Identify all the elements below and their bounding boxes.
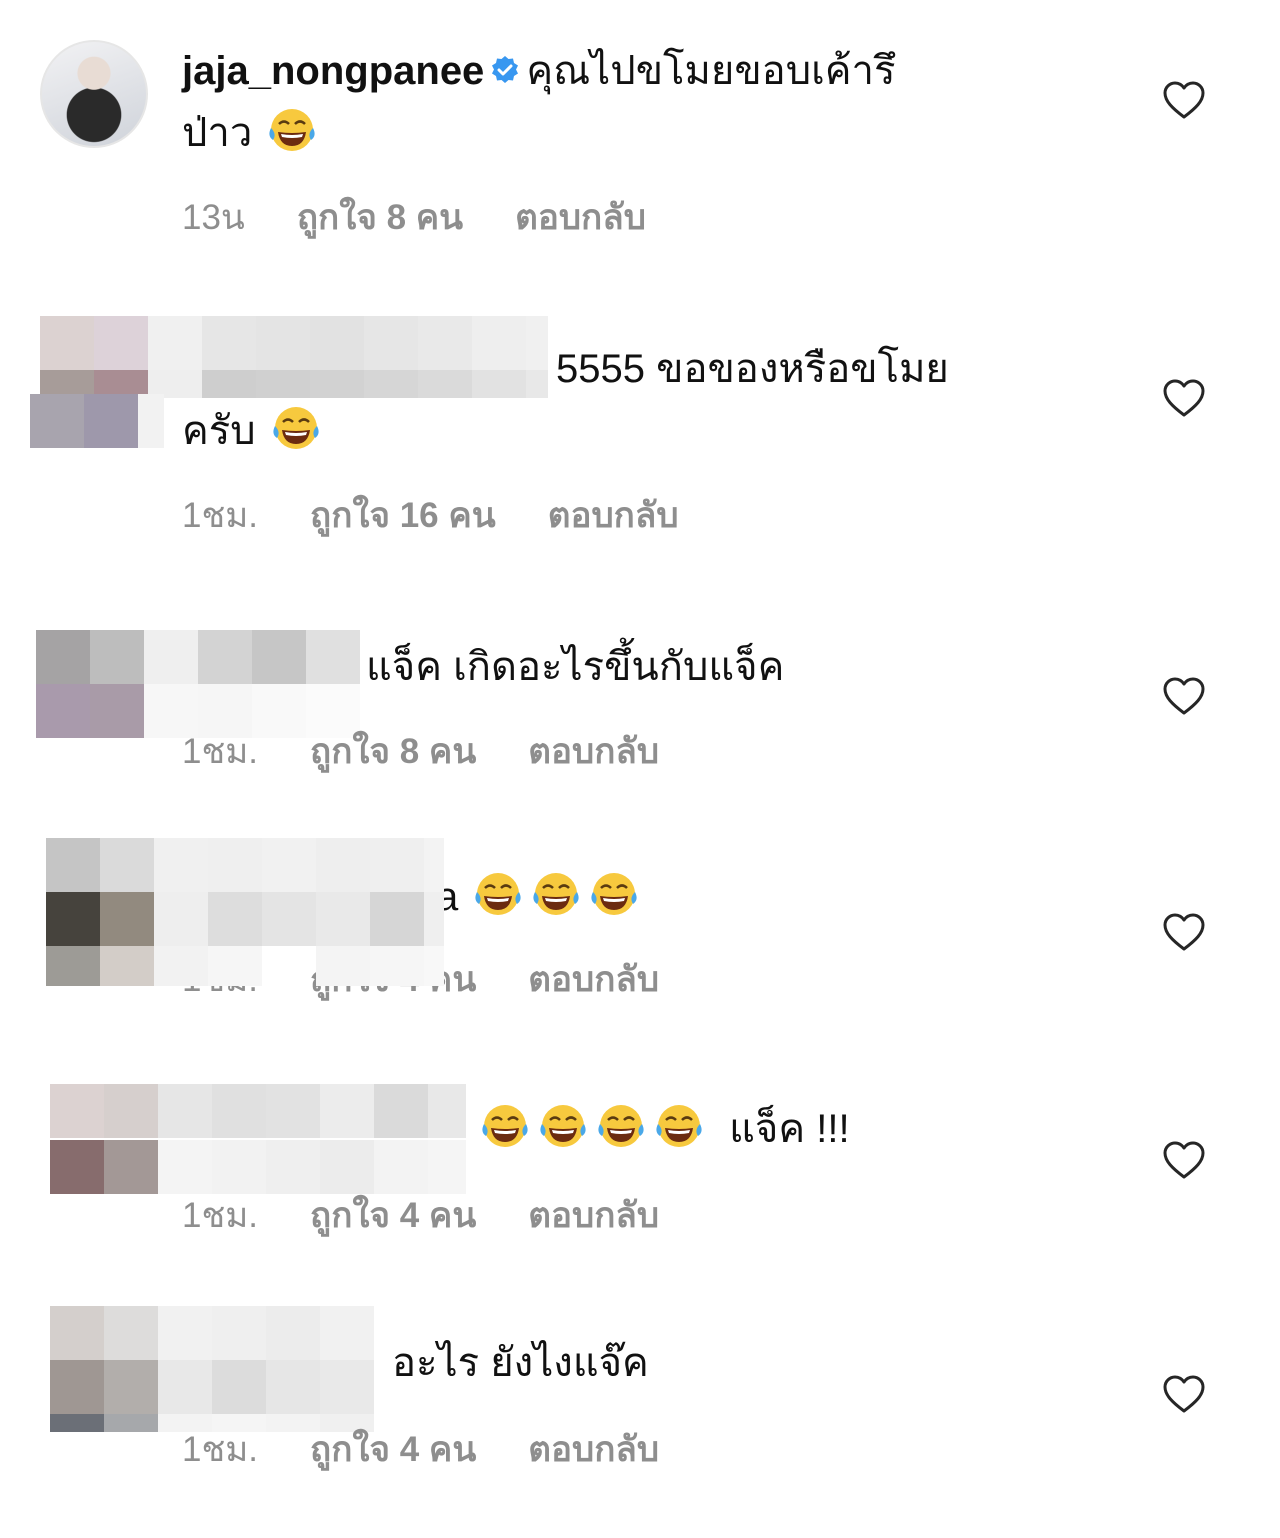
comment-likes[interactable]: ถูกใจ 16 คน (310, 488, 496, 543)
laughing-emoji-icon (596, 1102, 646, 1152)
comment-likes[interactable]: ถูกใจ 4 คน (310, 1188, 476, 1243)
heart-icon[interactable] (1162, 1140, 1206, 1180)
comment-body-cont: ป่าว (182, 111, 253, 155)
laughing-emoji-icon (271, 404, 321, 454)
comment-meta: 1ชม. ถูกใจ 4 คน ตอบกลับ (182, 1422, 711, 1477)
reply-button[interactable]: ตอบกลับ (528, 1422, 659, 1477)
comment-item: แจ็ค !!! 1ชม. ถูกใจ 4 คน ตอบกลับ (0, 1070, 1280, 1260)
comment-time: 1ชม. (182, 496, 259, 535)
redacted-avatar-username (46, 838, 444, 986)
laughing-emoji-icon (480, 1102, 530, 1152)
comment-body: แจ็ค เกิดอะไรขึ้นกับแจ็ค (366, 645, 785, 689)
comment-time: 1ชม. (182, 1196, 259, 1235)
comment-text: a (436, 866, 836, 928)
laughing-emoji-icon (589, 870, 639, 920)
comment-item: อะไร ยังไงแจ๊ค 1ชม. ถูกใจ 4 คน ตอบกลับ (0, 1300, 1280, 1500)
comment-meta: 1ชม. ถูกใจ 8 คน ตอบกลับ (182, 724, 711, 779)
comment-text: อะไร ยังไงแจ๊ค (392, 1332, 992, 1394)
comment-body: คุณไปขโมยขอบเค้ารึ (526, 49, 896, 93)
laughing-emoji-icon (538, 1102, 588, 1152)
reply-button[interactable]: ตอบกลับ (528, 1188, 659, 1243)
comment-item: แจ็ค เกิดอะไรขึ้นกับแจ็ค 1ชม. ถูกใจ 8 คน ต… (0, 620, 1280, 790)
reply-button[interactable]: ตอบกลับ (548, 488, 679, 543)
comment-likes[interactable]: ถูกใจ 4 คน (310, 1422, 476, 1477)
comment-likes[interactable]: ถูกใจ 8 คน (310, 724, 476, 779)
comment-likes[interactable]: ถูกใจ 8 คน (297, 190, 463, 245)
laughing-emoji-icon (473, 870, 523, 920)
comment-time: 1ชม. (182, 732, 259, 771)
avatar[interactable] (40, 40, 148, 148)
heart-icon[interactable] (1162, 378, 1206, 418)
redacted-avatar-username (40, 316, 548, 398)
redacted-avatar-lower (30, 394, 164, 448)
comment-text-cont: ครับ (182, 400, 1042, 462)
reply-button[interactable]: ตอบกลับ (528, 952, 659, 1007)
comment-meta: 13น ถูกใจ 8 คน ตอบกลับ (182, 190, 698, 245)
comment-body: แจ็ค !!! (729, 1107, 850, 1151)
comment-time: 1ชม. (182, 1430, 259, 1469)
username[interactable]: jaja_nongpanee (182, 49, 484, 93)
comment-item: a 1ชม.ถูกใจ 4 คนตอบกลับ (0, 830, 1280, 1030)
comment-item: 5555 ขอของหรือขโมย ครับ 1ชม. ถูกใจ 16 คน ต… (0, 300, 1280, 570)
laughing-emoji-icon (267, 106, 317, 156)
comment-body-cont: ครับ (182, 409, 256, 453)
heart-icon[interactable] (1162, 80, 1206, 120)
redacted-avatar-username (36, 630, 362, 738)
comment-item: jaja_nongpanee คุณไปขโมยขอบเค้ารึ ป่าว 13… (0, 0, 1280, 270)
comment-text: แจ็ค !!! (476, 1098, 1076, 1160)
reply-button[interactable]: ตอบกลับ (515, 190, 646, 245)
comment-body: 5555 ขอของหรือขโมย (556, 347, 949, 391)
heart-icon[interactable] (1162, 1374, 1206, 1414)
heart-icon[interactable] (1162, 912, 1206, 952)
verified-badge-icon (490, 55, 520, 85)
comment-meta: 1ชม. ถูกใจ 16 คน ตอบกลับ (182, 488, 731, 543)
laughing-emoji-icon (654, 1102, 704, 1152)
redacted-avatar-username (50, 1306, 378, 1432)
reply-button[interactable]: ตอบกลับ (528, 724, 659, 779)
comment-text: แจ็ค เกิดอะไรขึ้นกับแจ็ค (366, 636, 1066, 698)
comment-text: 5555 ขอของหรือขโมย (556, 338, 1156, 400)
redacted-avatar-username (50, 1084, 466, 1196)
comment-text: jaja_nongpanee คุณไปขโมยขอบเค้ารึ ป่าว (182, 40, 1042, 164)
comment-meta: 1ชม. ถูกใจ 4 คน ตอบกลับ (182, 1188, 711, 1243)
heart-icon[interactable] (1162, 676, 1206, 716)
laughing-emoji-icon (531, 870, 581, 920)
comment-body: อะไร ยังไงแจ๊ค (392, 1341, 649, 1385)
comment-time: 13น (182, 198, 245, 237)
